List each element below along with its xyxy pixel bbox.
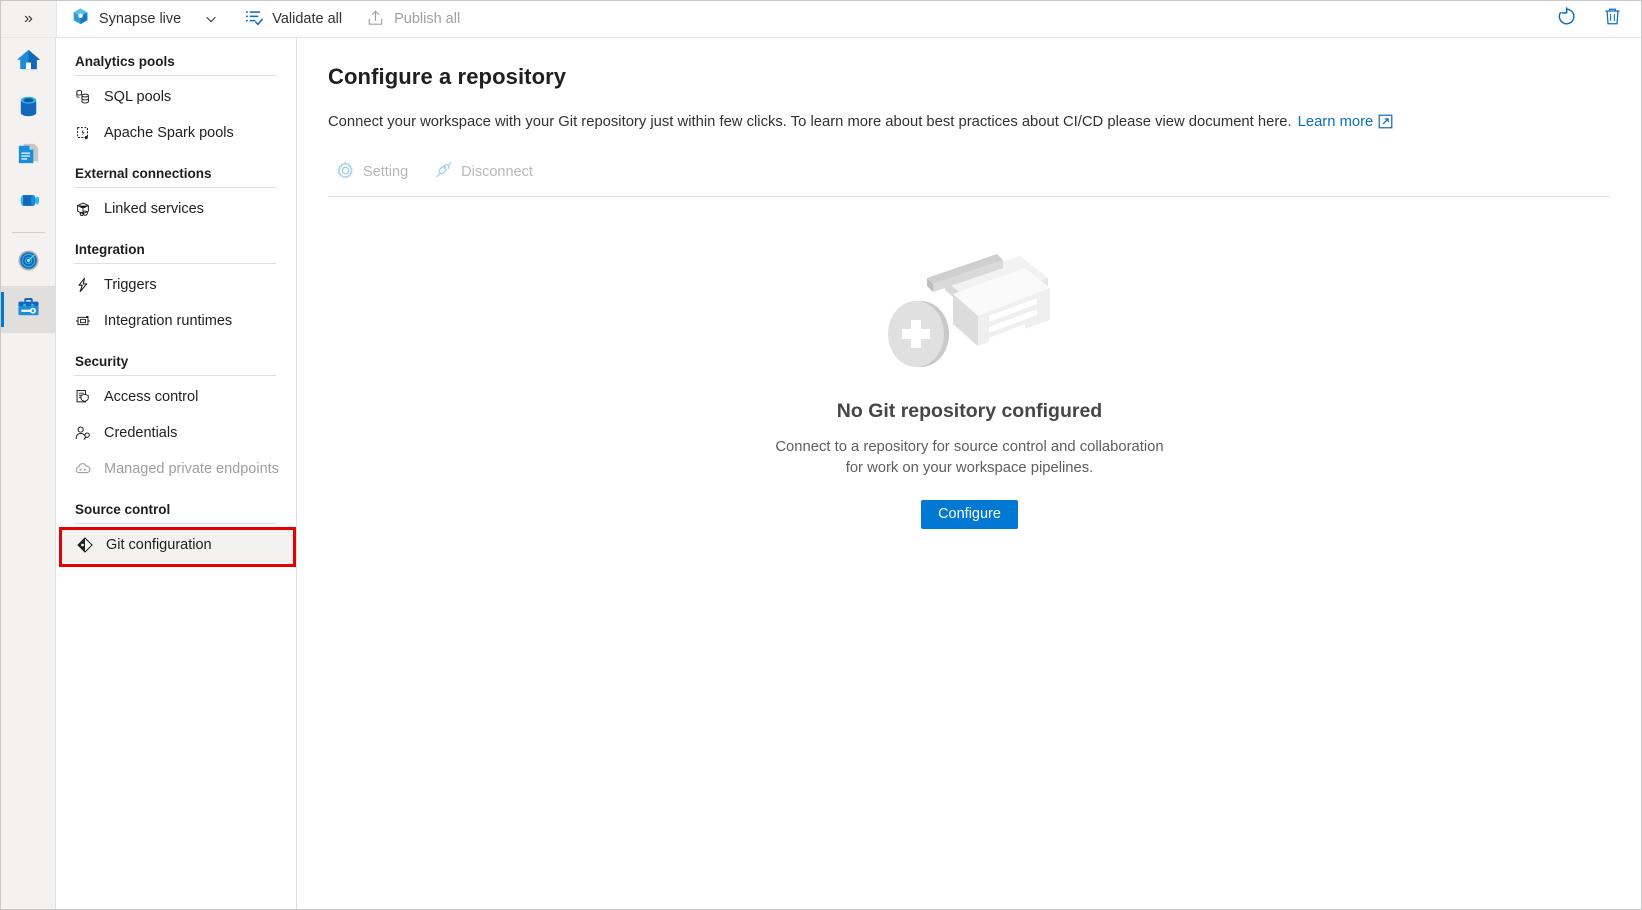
validate-list-check-icon [244,8,263,31]
menu-item-label: Apache Spark pools [104,125,234,141]
menu-group-title-source-control: Source control [57,502,296,523]
menu-group-title-integration: Integration [57,242,296,263]
synapse-hexagon-icon [71,7,90,31]
rail-item-manage[interactable] [1,286,56,333]
menu-item-label: Access control [104,389,198,405]
delete-icon-button[interactable] [1597,4,1627,34]
validate-all-label: Validate all [272,11,342,27]
menu-group-title-external-connections: External connections [57,166,296,187]
menu-item-linked-services[interactable]: Linked services [57,191,296,227]
menu-group-title-analytics-pools: Analytics pools [57,54,296,75]
delete-trash-icon [1602,6,1623,32]
page-title: Configure a repository [328,64,1611,90]
monitor-gauge-icon [15,247,42,279]
branch-label: Synapse live [99,11,181,27]
publish-all-label: Publish all [394,11,460,27]
learn-more-link[interactable]: Learn more [1298,114,1374,130]
empty-state-subtitle: Connect to a repository for source contr… [775,437,1163,480]
menu-item-sql-pools[interactable]: SQL pools [57,79,296,115]
menu-item-managed-private-endpoints[interactable]: Managed private endpoints [57,451,296,487]
empty-state-title: No Git repository configured [837,400,1102,423]
document-develop-icon [15,140,42,172]
menu-item-label: Credentials [104,425,177,441]
pipeline-integrate-icon [15,187,42,219]
disconnect-plug-icon [434,161,453,184]
database-cylinder-icon [15,93,42,125]
rail-item-home[interactable] [1,38,56,85]
publish-all-button[interactable]: Publish all [354,1,472,37]
validate-all-button[interactable]: Validate all [232,1,354,37]
setting-label: Setting [363,164,408,180]
git-configuration-highlight-wrapper: Git configuration [59,527,294,563]
top-toolbar: » Synapse live [1,1,1641,38]
menu-group-title-security: Security [57,354,296,375]
trigger-lightning-icon [74,276,92,294]
integration-runtime-icon [74,312,92,330]
menu-item-triggers[interactable]: Triggers [57,267,296,303]
rail-divider [12,232,45,233]
menu-item-apache-spark-pools[interactable]: Apache Spark pools [57,115,296,151]
empty-state-subtitle-line2: for work on your workspace pipelines. [775,458,1163,479]
menu-item-credentials[interactable]: Credentials [57,415,296,451]
git-branch-icon [76,536,94,554]
no-git-repository-illustration [885,238,1055,378]
setting-button[interactable]: Setting [328,158,416,187]
menu-item-label: Git configuration [106,537,212,553]
managed-private-endpoint-cloud-icon [74,460,92,478]
external-link-icon[interactable] [1378,114,1393,136]
credentials-person-key-icon [74,424,92,442]
refresh-icon-button[interactable] [1551,4,1581,34]
configure-button[interactable]: Configure [921,500,1018,529]
linked-services-icon [74,200,92,218]
empty-state: No Git repository configured Connect to … [298,238,1641,529]
rail-item-data[interactable] [1,85,56,132]
menu-group-rule [74,375,276,376]
menu-item-label: Managed private endpoints [104,461,279,477]
menu-item-label: Integration runtimes [104,313,232,329]
main-content-area: Configure a repository Connect your work… [298,38,1641,910]
toolbar-right-actions [1551,4,1641,34]
access-control-shield-icon [74,388,92,406]
page-description-text: Connect your workspace with your Git rep… [328,114,1292,130]
spark-pool-icon [74,124,92,142]
refresh-icon [1556,6,1577,32]
menu-item-git-configuration[interactable]: Git configuration [59,527,294,563]
toolbox-manage-icon [15,294,42,326]
chevron-down-icon [204,12,218,26]
empty-state-subtitle-line1: Connect to a repository for source contr… [775,437,1163,458]
menu-item-integration-runtimes[interactable]: Integration runtimes [57,303,296,339]
page-description: Connect your workspace with your Git rep… [328,112,1611,136]
sql-pool-icon [74,88,92,106]
manage-menu-panel: Analytics pools SQL pools [57,38,297,910]
menu-group-rule [74,75,276,76]
rail-item-integrate[interactable] [1,179,56,226]
menu-item-label: SQL pools [104,89,171,105]
rail-item-monitor[interactable] [1,239,56,286]
home-icon [15,46,42,78]
menu-group-rule [74,523,276,524]
publish-upload-icon [366,8,385,31]
disconnect-button[interactable]: Disconnect [426,158,541,187]
menu-item-label: Linked services [104,201,204,217]
gear-icon [336,161,355,184]
menu-item-label: Triggers [104,277,157,293]
command-bar: Setting Disconnect [328,158,1610,197]
branch-picker-dropdown[interactable]: Synapse live [57,1,232,37]
disconnect-label: Disconnect [461,164,533,180]
left-navigation-rail [1,38,56,910]
rail-item-develop[interactable] [1,132,56,179]
menu-group-rule [74,187,276,188]
synapse-studio-window: » Synapse live [0,0,1642,910]
chevron-double-right-icon: » [24,10,33,28]
menu-item-access-control[interactable]: Access control [57,379,296,415]
rail-expand-toggle-button[interactable]: » [1,1,56,37]
menu-group-rule [74,263,276,264]
